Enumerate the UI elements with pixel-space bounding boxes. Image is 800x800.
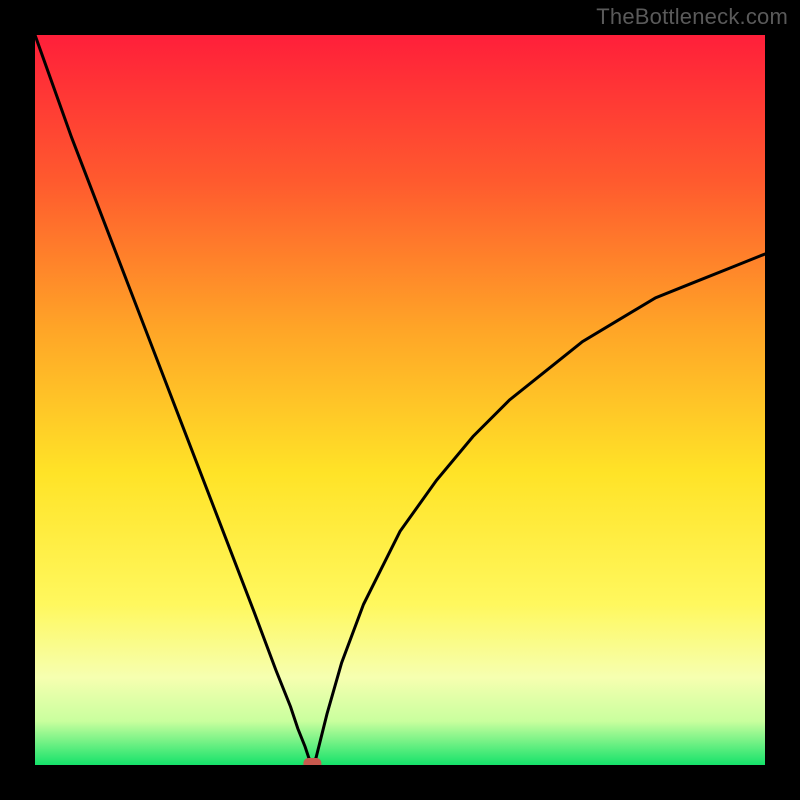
chart-canvas	[35, 35, 765, 765]
optimum-marker	[303, 758, 321, 765]
bottleneck-chart	[35, 35, 765, 765]
watermark-text: TheBottleneck.com	[596, 4, 788, 30]
gradient-background	[35, 35, 765, 765]
